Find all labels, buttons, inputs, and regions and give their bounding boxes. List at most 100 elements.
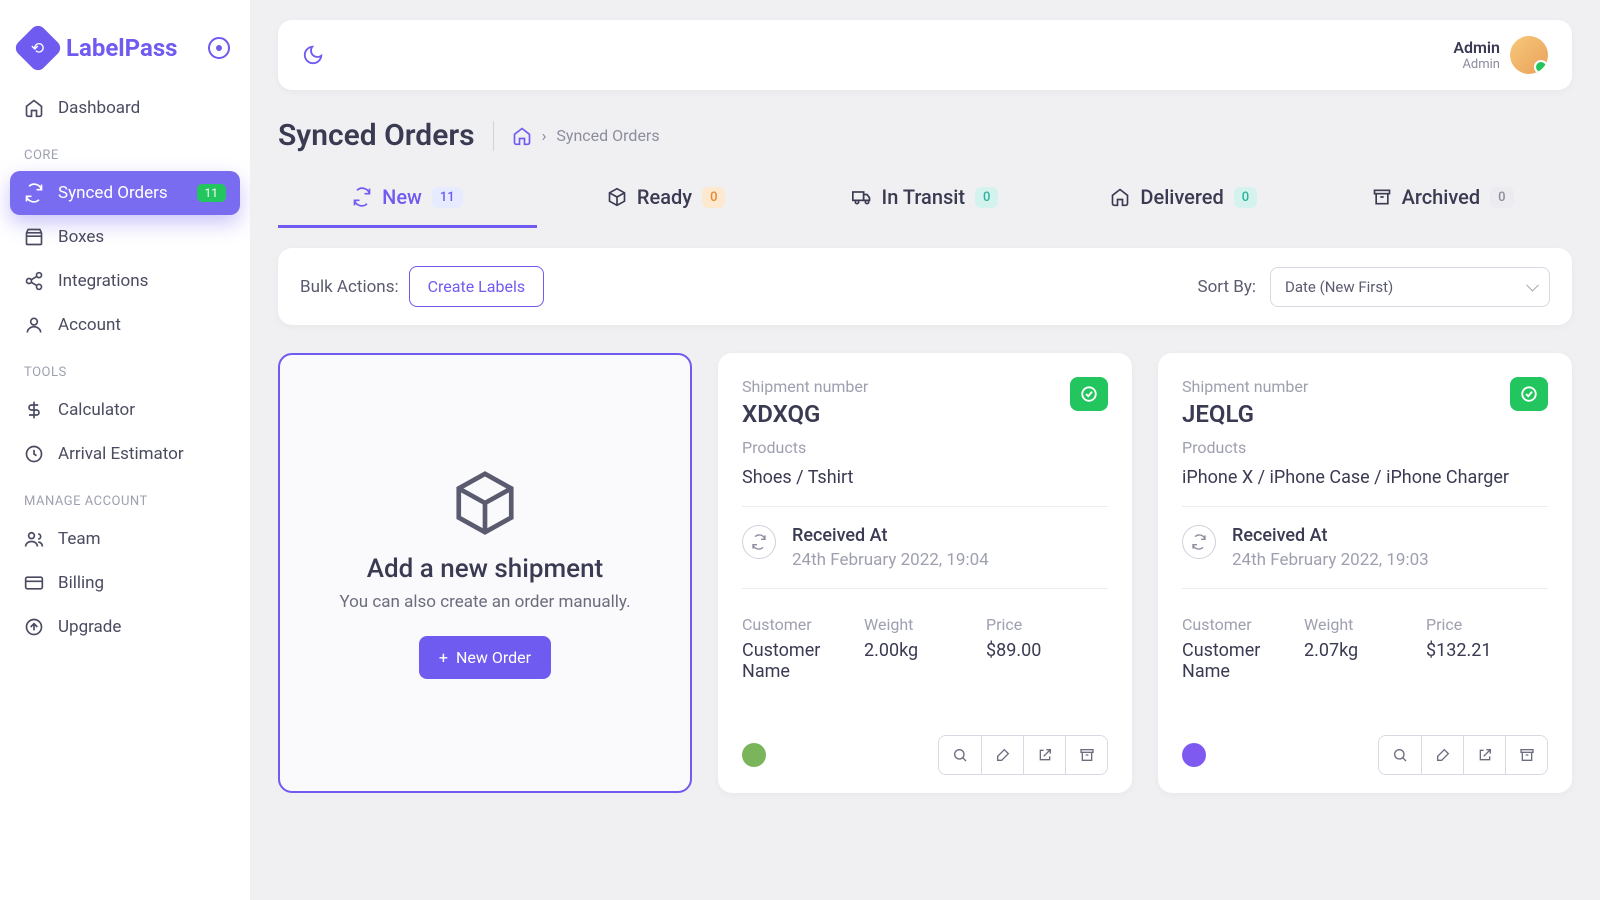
received-date: 24th February 2022, 19:04	[792, 550, 989, 570]
view-button[interactable]	[939, 736, 981, 774]
price-label: Price	[1426, 615, 1548, 634]
products: Shoes / Tshirt	[742, 467, 1108, 488]
sort-value: Date (New First)	[1285, 278, 1393, 296]
customer-label: Customer	[1182, 615, 1304, 634]
status-badge[interactable]	[1070, 377, 1108, 411]
edit-button[interactable]	[981, 736, 1023, 774]
nav-account[interactable]: Account	[10, 303, 240, 347]
weight-label: Weight	[1304, 615, 1426, 634]
view-button[interactable]	[1379, 736, 1421, 774]
nav-estimator[interactable]: Arrival Estimator	[10, 432, 240, 476]
products: iPhone X / iPhone Case / iPhone Charger	[1182, 467, 1548, 488]
topbar: Admin Admin	[278, 20, 1572, 90]
tab-label: New	[382, 185, 422, 209]
weight-value: 2.00kg	[864, 640, 986, 661]
avatar[interactable]	[1510, 36, 1548, 74]
price-value: $89.00	[986, 640, 1108, 661]
page-title: Synced Orders	[278, 118, 475, 153]
nav-synced-orders[interactable]: Synced Orders 11	[10, 171, 240, 215]
price-label: Price	[986, 615, 1108, 634]
customer-value: Customer Name	[1182, 640, 1304, 682]
user-role: Admin	[1453, 57, 1500, 72]
archive-button[interactable]	[1065, 736, 1107, 774]
tab-label: Ready	[637, 185, 692, 209]
box-icon	[24, 227, 44, 247]
received-date: 24th February 2022, 19:03	[1232, 550, 1429, 570]
nav-integrations[interactable]: Integrations	[10, 259, 240, 303]
nav-label: Billing	[58, 573, 104, 593]
section-tools: TOOLS	[10, 347, 240, 388]
divider	[493, 121, 494, 151]
tab-archived[interactable]: Archived 0	[1313, 171, 1572, 228]
order-card: Shipment number JEQLG Products iPhone X …	[1158, 353, 1572, 793]
tab-ready[interactable]: Ready 0	[537, 171, 796, 228]
divider	[1182, 506, 1548, 507]
sync-icon	[742, 525, 776, 559]
section-core: CORE	[10, 130, 240, 171]
sync-icon	[24, 183, 44, 203]
new-order-button[interactable]: + New Order	[419, 636, 551, 679]
nav-dashboard[interactable]: Dashboard	[10, 86, 240, 130]
weight-value: 2.07kg	[1304, 640, 1426, 661]
open-button[interactable]	[1463, 736, 1505, 774]
sync-icon	[1182, 525, 1216, 559]
open-button[interactable]	[1023, 736, 1065, 774]
woocommerce-icon	[1182, 743, 1206, 767]
share-icon	[24, 271, 44, 291]
nav-billing[interactable]: Billing	[10, 561, 240, 605]
edit-button[interactable]	[1421, 736, 1463, 774]
nav-label: Integrations	[58, 271, 148, 291]
nav-label: Calculator	[58, 400, 135, 420]
nav-label: Boxes	[58, 227, 104, 247]
user-icon	[24, 315, 44, 335]
shipment-number: JEQLG	[1182, 400, 1308, 428]
button-label: New Order	[456, 648, 531, 667]
status-badge[interactable]	[1510, 377, 1548, 411]
create-labels-button[interactable]: Create Labels	[409, 266, 545, 307]
tab-new[interactable]: New 11	[278, 171, 537, 228]
sidebar: ⟲ LabelPass Dashboard CORE Synced Orders…	[0, 0, 250, 900]
divider	[742, 506, 1108, 507]
tab-count: 0	[1234, 187, 1257, 208]
home-icon	[1110, 187, 1130, 207]
new-card-title: Add a new shipment	[367, 554, 603, 584]
user-menu[interactable]: Admin Admin	[1453, 36, 1548, 74]
breadcrumb-current: Synced Orders	[556, 126, 659, 145]
logo[interactable]: ⟲ LabelPass	[10, 20, 240, 86]
tabs: New 11 Ready 0 In Transit 0 Delivered 0 …	[278, 171, 1572, 228]
home-icon[interactable]	[512, 126, 532, 146]
nav-label: Upgrade	[58, 617, 121, 637]
page-header: Synced Orders › Synced Orders	[278, 118, 1572, 153]
shipment-label: Shipment number	[1182, 377, 1308, 396]
archive-button[interactable]	[1505, 736, 1547, 774]
logo-icon: ⟲	[13, 23, 64, 74]
customer-value: Customer Name	[742, 640, 864, 682]
shipment-number: XDXQG	[742, 400, 868, 428]
customer-label: Customer	[742, 615, 864, 634]
truck-icon	[852, 187, 872, 207]
card-icon	[24, 573, 44, 593]
new-shipment-card: Add a new shipment You can also create a…	[278, 353, 692, 793]
nav-upgrade[interactable]: Upgrade	[10, 605, 240, 649]
nav-boxes[interactable]: Boxes	[10, 215, 240, 259]
price-value: $132.21	[1426, 640, 1548, 661]
tab-transit[interactable]: In Transit 0	[796, 171, 1055, 228]
section-manage: MANAGE ACCOUNT	[10, 476, 240, 517]
package-icon	[607, 187, 627, 207]
sort-label: Sort By:	[1198, 277, 1257, 297]
team-icon	[24, 529, 44, 549]
package-icon	[450, 468, 520, 538]
tab-label: In Transit	[882, 185, 965, 209]
nav-label: Synced Orders	[58, 183, 168, 203]
divider	[1182, 588, 1548, 589]
sort-select[interactable]: Date (New First)	[1270, 267, 1550, 307]
home-icon	[24, 98, 44, 118]
target-icon[interactable]	[208, 37, 230, 59]
tab-delivered[interactable]: Delivered 0	[1054, 171, 1313, 228]
nav-team[interactable]: Team	[10, 517, 240, 561]
check-icon	[1520, 385, 1538, 403]
nav-calculator[interactable]: Calculator	[10, 388, 240, 432]
theme-toggle-icon[interactable]	[302, 44, 324, 66]
weight-label: Weight	[864, 615, 986, 634]
synced-count-badge: 11	[197, 184, 227, 202]
